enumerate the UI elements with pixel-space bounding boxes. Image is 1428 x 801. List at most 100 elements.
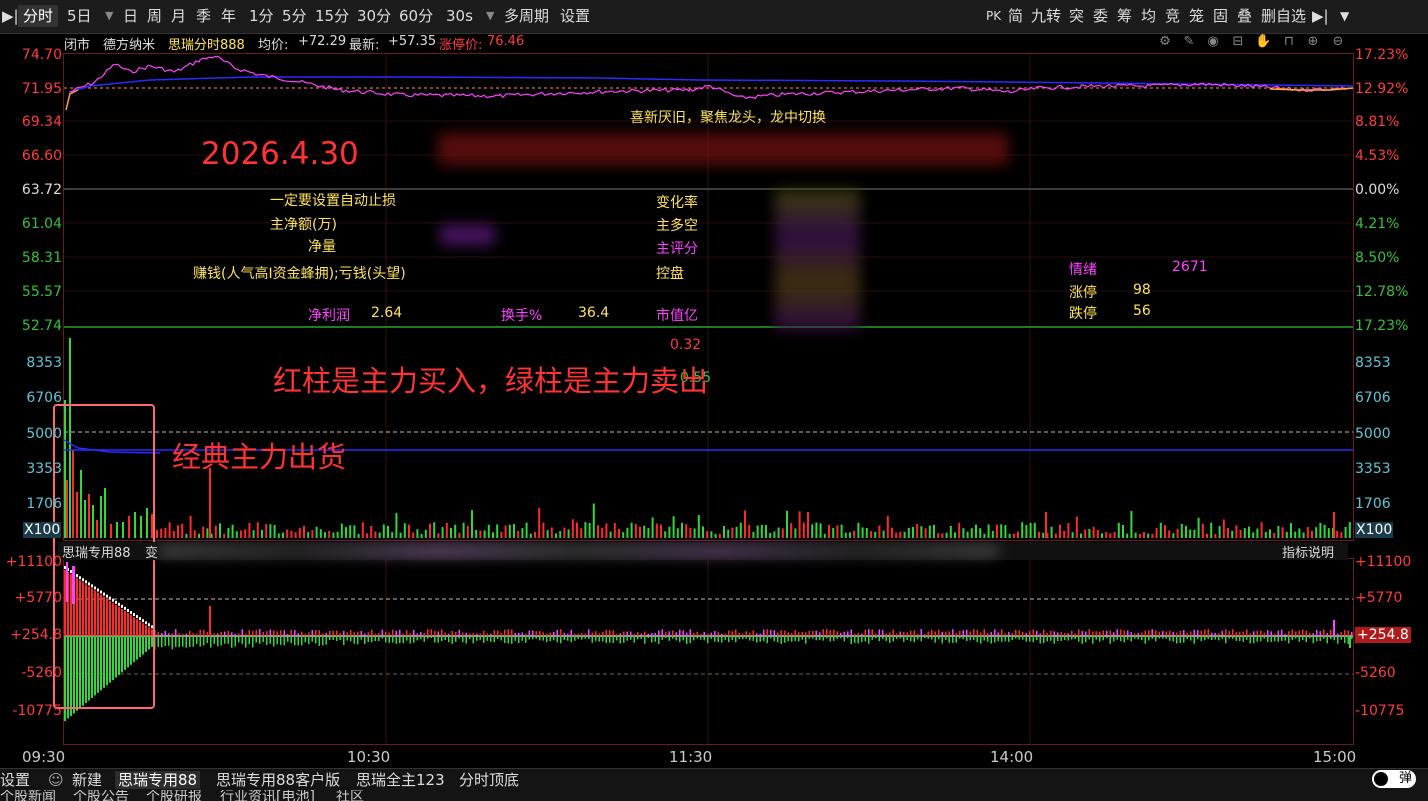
indicator-bar-down <box>1316 636 1318 642</box>
indicator-bar-up <box>1148 630 1150 636</box>
indicator-bar-up <box>217 633 219 636</box>
volume-bar <box>672 516 675 538</box>
indicator-bar-up <box>994 629 996 636</box>
indicator-bar-down <box>1018 636 1020 640</box>
indicator-bar-down <box>1144 636 1146 644</box>
volume-bar <box>1206 533 1208 538</box>
volume-bar <box>416 529 419 538</box>
indicator-bar-down <box>584 636 586 639</box>
blurred-net-volume <box>440 225 495 245</box>
indicator-bar-up <box>731 631 733 636</box>
volume-unit-label: X100 <box>23 522 62 538</box>
indicator-bar-down <box>868 636 870 644</box>
tab-sirui-main-123[interactable]: 思瑞全主123 <box>356 771 445 789</box>
indicator-bar-up <box>619 633 621 636</box>
indicator-bar-down <box>385 636 387 643</box>
indicator-help-link[interactable]: 指标说明 <box>1282 542 1334 561</box>
indicator-bar-down <box>1204 636 1206 641</box>
date-annotation: 2026.4.30 <box>201 136 359 172</box>
volume-axis-label: 5000 <box>26 426 62 442</box>
indicator-bar-down <box>437 636 439 643</box>
indicator-panel-title[interactable]: 思瑞专用88 <box>62 542 131 561</box>
indicator-bar-up <box>546 633 548 636</box>
indicator-bar-down <box>938 636 940 640</box>
tab-intraday-top-bottom[interactable]: 分时顶底 <box>459 771 519 789</box>
indicator-dot <box>139 617 141 621</box>
indicator-bar-up <box>1288 631 1290 636</box>
indicator-bar-up <box>1134 633 1136 636</box>
tab-new[interactable]: 新建 <box>72 771 102 789</box>
volume-bar <box>538 507 541 538</box>
tab-settings[interactable]: 设置 <box>0 771 30 789</box>
volume-bar <box>949 526 952 538</box>
volume-bar <box>580 528 583 538</box>
toggle-knob <box>1374 772 1388 786</box>
indicator-bar-down <box>854 636 856 643</box>
volume-bar <box>244 529 247 538</box>
tab-stock-news[interactable]: 个股新闻 <box>0 790 56 801</box>
indicator-bar-down <box>395 636 397 644</box>
indicator-bar-down <box>142 636 144 655</box>
tab-stock-reports[interactable]: 个股研报 <box>146 790 202 801</box>
volume-bar <box>1172 533 1175 538</box>
indicator-dot <box>76 574 78 578</box>
indicator-bar-down <box>794 636 796 641</box>
indicator-bar-down <box>1288 636 1290 644</box>
volume-bar <box>168 522 171 538</box>
indicator-bar-up <box>409 633 411 636</box>
tab-community[interactable]: 社区 <box>336 790 364 801</box>
volume-bar <box>529 533 532 538</box>
indicator-bar-down <box>409 636 411 644</box>
indicator-bar-up <box>1204 629 1206 636</box>
indicator-bar-down <box>1344 636 1346 643</box>
indicator-bar-down <box>1123 636 1125 643</box>
volume-bar <box>1130 510 1133 538</box>
indicator-bar-down <box>329 636 331 640</box>
volume-bar <box>475 529 478 538</box>
indicator-bar-up <box>661 629 663 636</box>
volume-bar <box>765 525 767 538</box>
tab-industry-news[interactable]: 行业资讯[电池] <box>220 790 315 801</box>
indicator-dot <box>118 602 120 606</box>
indicator-bar-down <box>1186 636 1188 640</box>
tab-sirui-88[interactable]: 思瑞专用88 <box>115 771 201 789</box>
indicator-bar-up <box>728 630 730 636</box>
indicator-bar-down <box>1239 636 1241 641</box>
indicator-bar-down <box>220 636 222 646</box>
popup-toggle[interactable]: 弹 <box>1372 770 1416 788</box>
indicator-bar-down <box>350 636 352 642</box>
tab-stock-announcements[interactable]: 个股公告 <box>73 790 129 801</box>
indicator-bar-down <box>206 636 208 643</box>
indicator-bar-down <box>1197 636 1199 640</box>
volume-bar <box>261 529 263 538</box>
indicator-bar-up <box>854 633 856 636</box>
indicator-bar-up <box>1141 632 1143 636</box>
volume-bar <box>790 523 793 538</box>
avg-line-start <box>65 89 79 111</box>
tab-sirui-88-client[interactable]: 思瑞专用88客户版 <box>216 771 340 789</box>
indicator-bar-down <box>1113 636 1115 642</box>
indicator-bar-down <box>1158 636 1160 639</box>
volume-bar <box>886 515 889 538</box>
indicator-bar-down <box>994 636 996 643</box>
indicator-dot <box>106 594 108 598</box>
time-axis-label: 09:30 <box>22 748 66 766</box>
indicator-bar-down <box>661 636 663 640</box>
indicator-bar-up <box>640 633 642 636</box>
indicator-bar-up <box>1046 632 1048 636</box>
volume-bar <box>92 505 94 538</box>
volume-bar <box>206 528 209 538</box>
volume-bar <box>1294 531 1297 538</box>
indicator-bar-down <box>1036 636 1038 640</box>
indicator-bar-down <box>118 636 120 675</box>
indicator-bar-up <box>556 629 558 636</box>
distribution-annotation: 经典主力出货 <box>172 440 347 474</box>
main-net-label: 主净额(万) <box>270 217 337 233</box>
robot-icon[interactable]: ☺ <box>48 771 64 789</box>
volume-bar <box>870 531 872 538</box>
indicator-bar-down <box>1120 636 1122 642</box>
indicator-dot <box>97 588 99 592</box>
indicator-bar-down <box>581 636 583 640</box>
indicator-bar-down <box>178 636 180 648</box>
volume-bar <box>798 511 801 538</box>
